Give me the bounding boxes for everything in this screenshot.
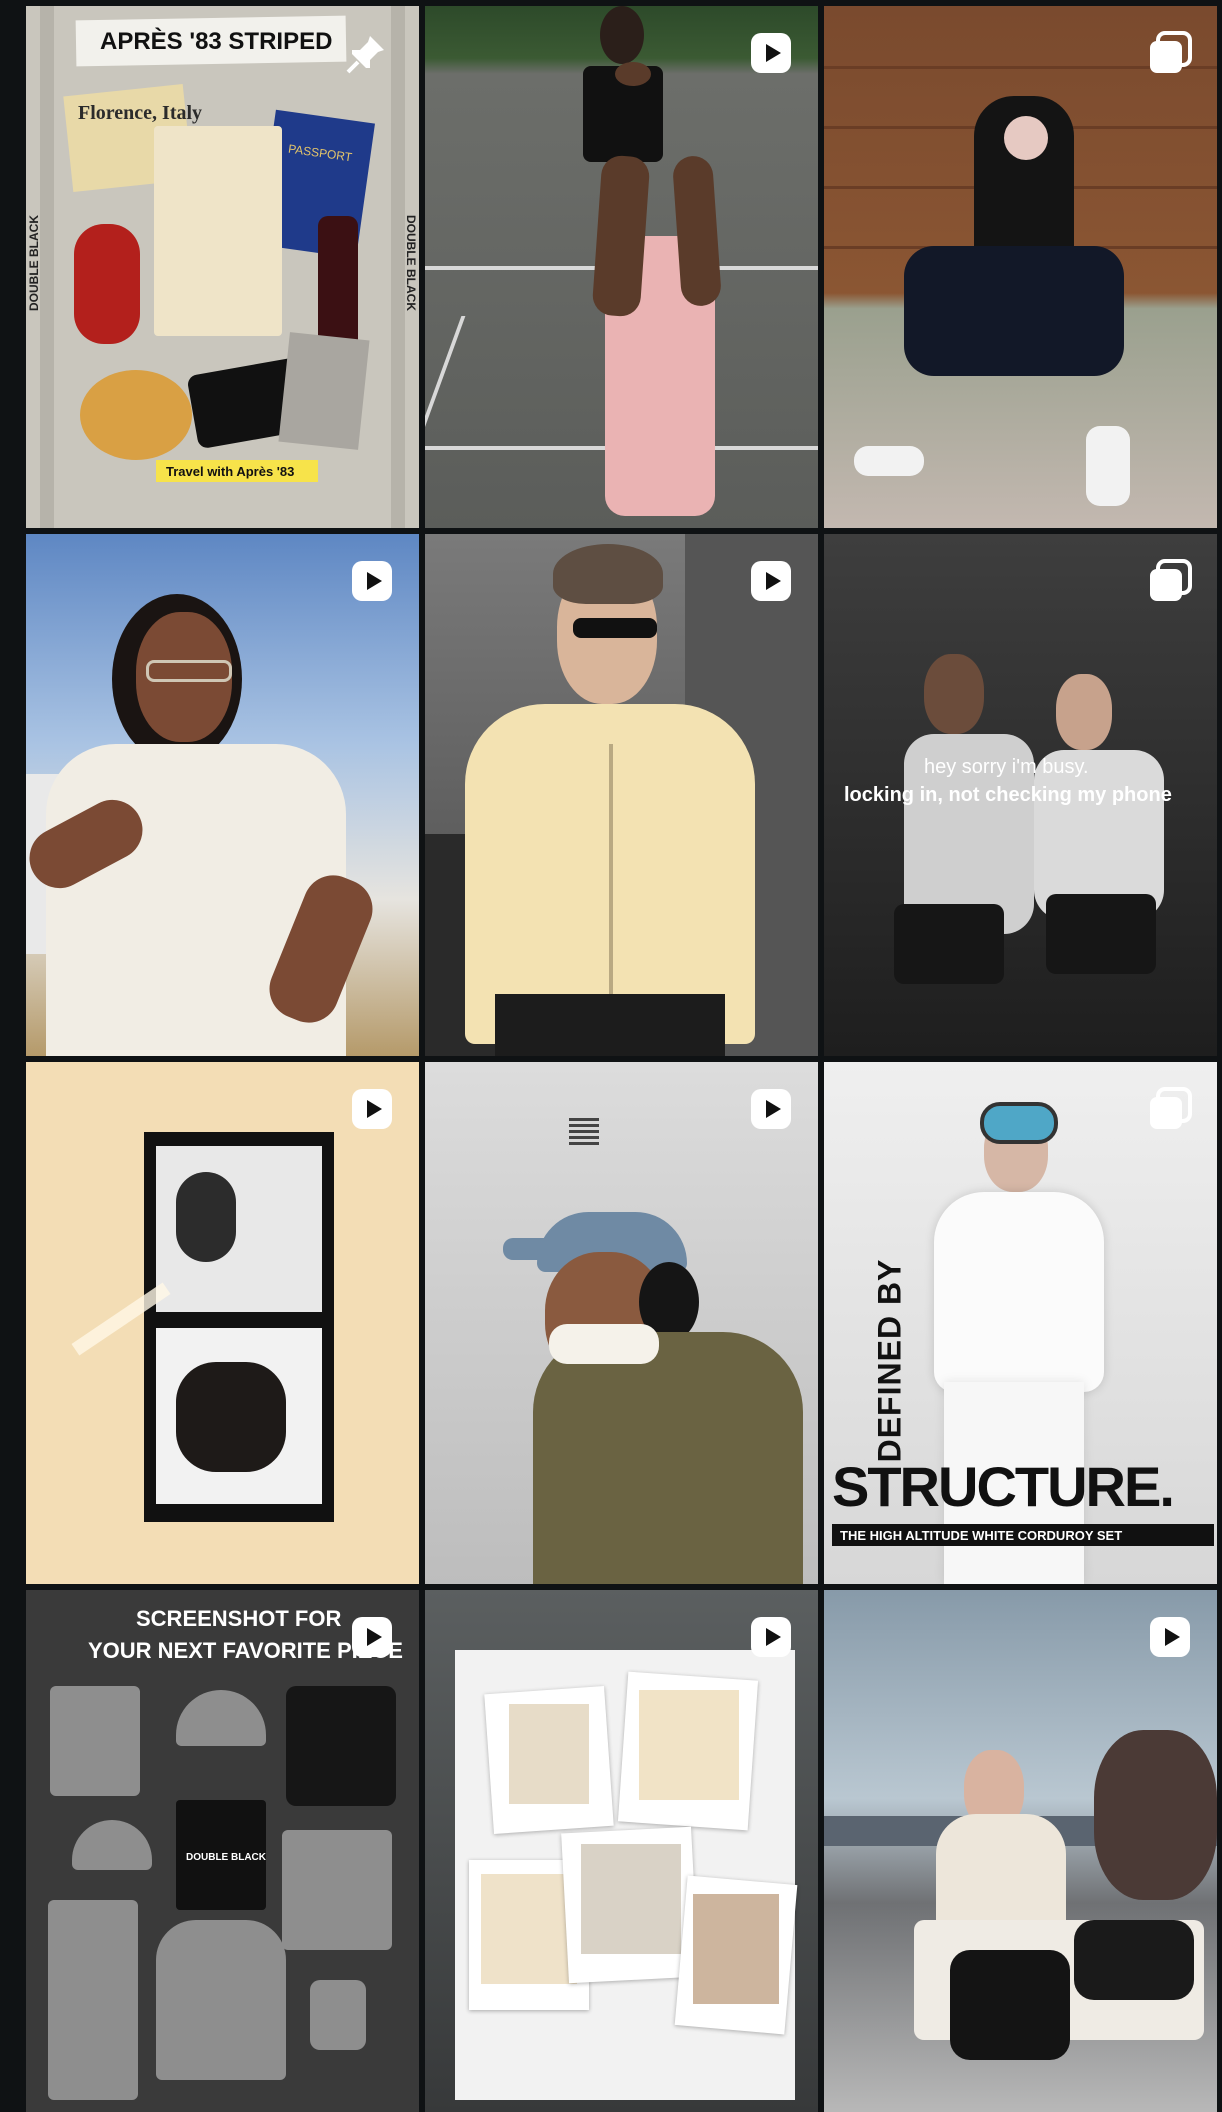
post-tile[interactable]: hey sorry i'm busy. locking in, not chec… <box>824 534 1217 1056</box>
post-tile[interactable] <box>425 534 818 1056</box>
post-tile[interactable]: SCREENSHOT FOR YOUR NEXT FAVORITE PIECE … <box>26 1590 419 2112</box>
carousel-icon <box>1147 1086 1193 1132</box>
bag-label: DOUBLE BLACK <box>186 1852 266 1863</box>
subheadline: THE HIGH ALTITUDE WHITE CORDUROY SET <box>840 1528 1123 1543</box>
carousel-icon <box>1147 558 1193 604</box>
reel-icon <box>349 558 395 604</box>
vertical-headline: DEFINED BY <box>871 1258 908 1463</box>
side-label: DOUBLE BLACK <box>27 215 41 311</box>
post-tile[interactable] <box>425 6 818 528</box>
post-tile[interactable] <box>824 1590 1217 2112</box>
reel-icon <box>748 1086 794 1132</box>
pushpin-icon <box>344 32 388 81</box>
reel-icon <box>1147 1614 1193 1660</box>
side-label: DOUBLE BLACK <box>404 215 418 311</box>
reel-icon <box>748 30 794 76</box>
post-tile[interactable] <box>26 1062 419 1584</box>
post-caption: Travel with Après '83 <box>166 464 295 479</box>
overlay-text-line-2: locking in, not checking my phone <box>844 784 1172 806</box>
posts-grid: DOUBLE BLACK DOUBLE BLACK APRÈS '83 STRI… <box>26 6 1217 2112</box>
headline: STRUCTURE. <box>832 1455 1175 1518</box>
reel-icon <box>349 1086 395 1132</box>
overlay-text-line-1: hey sorry i'm busy. <box>924 756 1089 778</box>
post-tile[interactable] <box>26 534 419 1056</box>
post-tile[interactable] <box>824 6 1217 528</box>
reel-icon <box>748 558 794 604</box>
post-tile[interactable]: DOUBLE BLACK DOUBLE BLACK APRÈS '83 STRI… <box>26 6 419 528</box>
reel-icon <box>349 1614 395 1660</box>
post-tile[interactable] <box>425 1590 818 2112</box>
postcard-text: Florence, Italy <box>78 102 203 124</box>
post-title: APRÈS '83 STRIPED <box>100 28 333 55</box>
post-tile[interactable] <box>425 1062 818 1584</box>
overlay-text-line-1: SCREENSHOT FOR <box>136 1606 342 1631</box>
reel-icon <box>748 1614 794 1660</box>
carousel-icon <box>1147 30 1193 76</box>
post-tile[interactable]: DEFINED BY STRUCTURE. THE HIGH ALTITUDE … <box>824 1062 1217 1584</box>
